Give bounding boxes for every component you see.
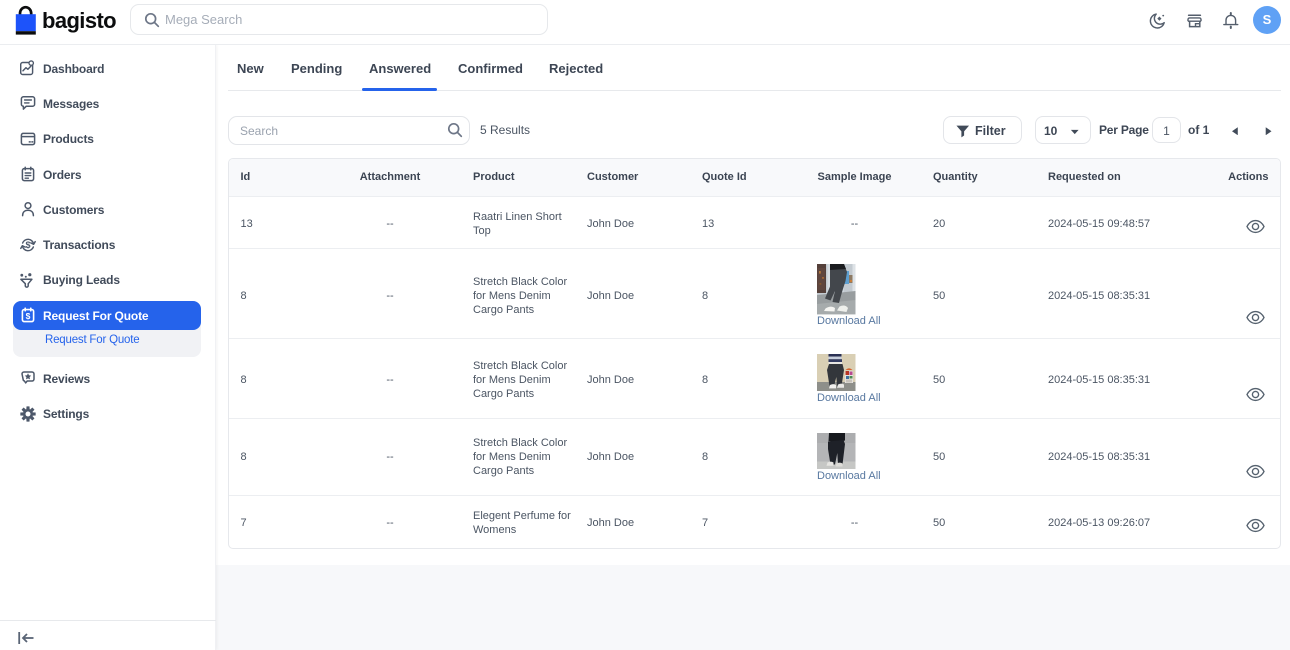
svg-text:$: $	[25, 240, 30, 250]
svg-text:$: $	[26, 311, 31, 321]
